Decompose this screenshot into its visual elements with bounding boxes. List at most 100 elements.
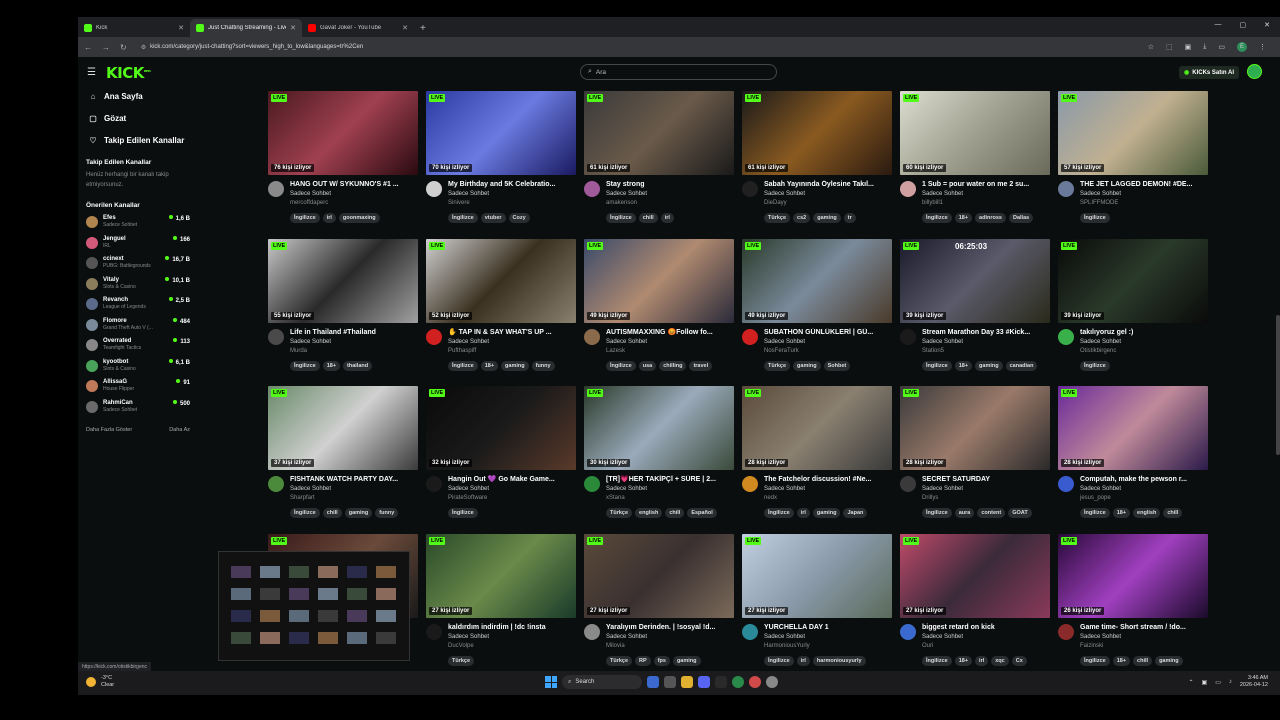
tray-chevron-icon[interactable]: ⌃ [1188, 679, 1193, 686]
stream-card[interactable]: LIVE 32 kişi izliyor Hangin Out 💜 Go Make … [426, 386, 576, 518]
stream-channel[interactable]: Ouri [922, 642, 1050, 651]
sidebar-nav-item[interactable]: ▢ Gözat [78, 107, 198, 129]
tag-chip[interactable]: chill [1163, 508, 1183, 518]
stream-thumbnail[interactable]: LIVE 70 kişi izliyor [426, 91, 576, 175]
stream-thumbnail[interactable]: LIVE 57 kişi izliyor [1058, 91, 1208, 175]
taskbar-search[interactable]: ⌕ Search [562, 675, 642, 689]
chrome-icon[interactable] [732, 676, 744, 688]
stream-card[interactable]: LIVE 30 kişi izliyor [TR]💗HER TAKİPÇİ + SÜ… [584, 386, 734, 518]
tag-chip[interactable]: english [635, 508, 663, 518]
tag-chip[interactable]: Cozy [508, 213, 530, 223]
stream-thumbnail[interactable]: LIVE 32 kişi izliyor [426, 386, 576, 470]
stream-thumbnail[interactable]: LIVE 76 kişi izliyor [268, 91, 418, 175]
browser-tab[interactable]: Gavat Joker - YouTube ✕ [302, 19, 414, 37]
tag-chip[interactable]: İngilizce [764, 655, 794, 666]
stream-channel[interactable]: SPLIFFMODE [1080, 199, 1208, 208]
stream-thumbnail[interactable]: LIVE 28 kişi izliyor [900, 386, 1050, 470]
channel-avatar[interactable] [742, 476, 758, 492]
stream-channel[interactable]: Station5 [922, 347, 1050, 356]
tab-search-icon[interactable]: ▭ [1218, 43, 1225, 51]
channel-avatar[interactable] [426, 181, 442, 197]
stream-title[interactable]: Game time- Short stream / !do... [1080, 623, 1208, 633]
stream-category[interactable]: Sadece Sohbet [922, 338, 1050, 347]
stream-card[interactable]: LIVE 28 kişi izliyor SECRET SATURDAY Sadece… [900, 386, 1050, 518]
stream-thumbnail[interactable]: LIVE 28 kişi izliyor [742, 386, 892, 470]
tag-chip[interactable]: goonmaxing [338, 213, 380, 223]
stream-card[interactable]: LIVE 39 kişi izliyor takılıyoruz gel :) Sad… [1058, 238, 1208, 371]
stream-card[interactable]: LIVE 55 kişi izliyor Life in Thailand #Tha… [268, 238, 418, 371]
stream-category[interactable]: Sadece Sohbet [448, 633, 576, 642]
profile-icon[interactable]: E [1237, 42, 1247, 52]
tag-chip[interactable]: thailand [343, 360, 373, 371]
stream-thumbnail[interactable]: LIVE 30 kişi izliyor [584, 386, 734, 470]
channel-avatar[interactable] [268, 476, 284, 492]
tag-chip[interactable]: İngilizce [448, 508, 478, 518]
volume-icon[interactable]: ♪ [1229, 679, 1232, 685]
discord-icon[interactable] [698, 676, 710, 688]
tag-chip[interactable]: İngilizce [290, 508, 320, 518]
forward-icon[interactable]: → [102, 43, 110, 52]
channel-avatar[interactable] [584, 181, 600, 197]
stream-thumbnail[interactable]: LIVE 49 kişi izliyor [742, 238, 892, 323]
user-avatar[interactable] [1247, 64, 1262, 79]
tag-chip[interactable]: Japan [843, 508, 868, 518]
tag-chip[interactable]: İngilizce [448, 360, 478, 371]
tab-close-icon[interactable]: ✕ [402, 24, 408, 32]
kick-logo[interactable]: KICKBETA [106, 64, 151, 82]
maximize-icon[interactable]: ▢ [1240, 21, 1247, 29]
tag-chip[interactable]: Türkçe [606, 655, 633, 666]
tag-chip[interactable]: 18+ [954, 213, 973, 223]
stream-title[interactable]: AUTISMMAXXING 😡Follow fo... [606, 328, 734, 338]
site-info-icon[interactable]: ⚙ [141, 44, 146, 51]
stream-channel[interactable]: billybill1 [922, 199, 1050, 208]
stream-channel[interactable]: Faizinski [1080, 642, 1208, 651]
url-field[interactable]: ⚙ kick.com/category/just-chatting?sort=v… [137, 40, 1148, 54]
stream-card[interactable]: LIVE 60 kişi izliyor 1 Sub = pour water on… [900, 91, 1050, 223]
minimize-icon[interactable]: — [1215, 21, 1222, 29]
tag-chip[interactable]: funny [531, 360, 555, 371]
stream-title[interactable]: SECRET SATURDAY [922, 475, 1050, 485]
reload-icon[interactable]: ↻ [120, 43, 127, 52]
browser-tab[interactable]: Just Chatting Streaming - Live ✕ [190, 19, 302, 37]
channel-avatar[interactable] [742, 181, 758, 197]
stream-category[interactable]: Sadece Sohbet [606, 338, 734, 347]
tag-chip[interactable]: İngilizce [922, 360, 952, 371]
stream-card[interactable]: LIVE 26 kişi izliyor Game time- Short stre… [1058, 533, 1208, 666]
stream-card[interactable]: LIVE 39 kişi izliyor 06:25:03 Stream Marath… [900, 238, 1050, 371]
stream-card[interactable]: LIVE 70 kişi izliyor My Birthday and 5K Ce… [426, 91, 576, 223]
tag-chip[interactable]: İngilizce [290, 360, 320, 371]
stream-thumbnail[interactable]: LIVE 39 kişi izliyor [1058, 238, 1208, 323]
tag-chip[interactable]: harmoniousyurly [812, 655, 866, 666]
stream-title[interactable]: Stay strong [606, 180, 734, 190]
stream-category[interactable]: Sadece Sohbet [1080, 338, 1208, 347]
stream-title[interactable]: The Fatchelor discussion! #Ne... [764, 475, 892, 485]
tag-chip[interactable]: adinross [975, 213, 1006, 223]
stream-category[interactable]: Sadece Sohbet [764, 190, 892, 199]
tray-app-icon[interactable]: ▣ [1202, 679, 1208, 686]
stream-channel[interactable]: Pufthaspiff [448, 347, 576, 356]
tag-chip[interactable]: gaming [672, 655, 701, 666]
tag-chip[interactable]: İngilizce [922, 213, 952, 223]
tag-chip[interactable]: RP [635, 655, 651, 666]
network-icon[interactable]: ▭ [1215, 679, 1221, 686]
extensions-icon[interactable]: ⬚ [1166, 43, 1173, 51]
stream-category[interactable]: Sadece Sohbet [1080, 633, 1208, 642]
stream-thumbnail[interactable]: LIVE 27 kişi izliyor [426, 533, 576, 618]
tag-chip[interactable]: irl [975, 655, 989, 666]
page-scrollbar[interactable] [1276, 85, 1280, 675]
stream-card[interactable]: LIVE 61 kişi izliyor Stay strong Sadece Soh… [584, 91, 734, 223]
recommended-channel[interactable]: Overrated Teamfight Tactics 113 [78, 335, 198, 356]
stream-channel[interactable]: Otistikbirgenc [1080, 347, 1208, 356]
tag-chip[interactable]: xqc [991, 655, 1009, 666]
stream-channel[interactable]: DucVolpe [448, 642, 576, 651]
stream-category[interactable]: Sadece Sohbet [448, 485, 576, 494]
tag-chip[interactable]: aura [954, 508, 975, 518]
tag-chip[interactable]: chill [1133, 655, 1153, 666]
recommended-channel[interactable]: Efes Sadece Sohbet 1,6 B [78, 212, 198, 233]
stream-thumbnail[interactable]: LIVE 27 kişi izliyor [584, 533, 734, 618]
recommended-channel[interactable]: Vitaly Slots & Casino 10,1 B [78, 274, 198, 295]
stream-card[interactable]: LIVE 76 kişi izliyor HANG OUT W/ SYKUNNO'S… [268, 91, 418, 223]
tag-chip[interactable]: İngilizce [922, 655, 952, 666]
settings-gear-icon[interactable] [766, 676, 778, 688]
channel-avatar[interactable] [268, 181, 284, 197]
